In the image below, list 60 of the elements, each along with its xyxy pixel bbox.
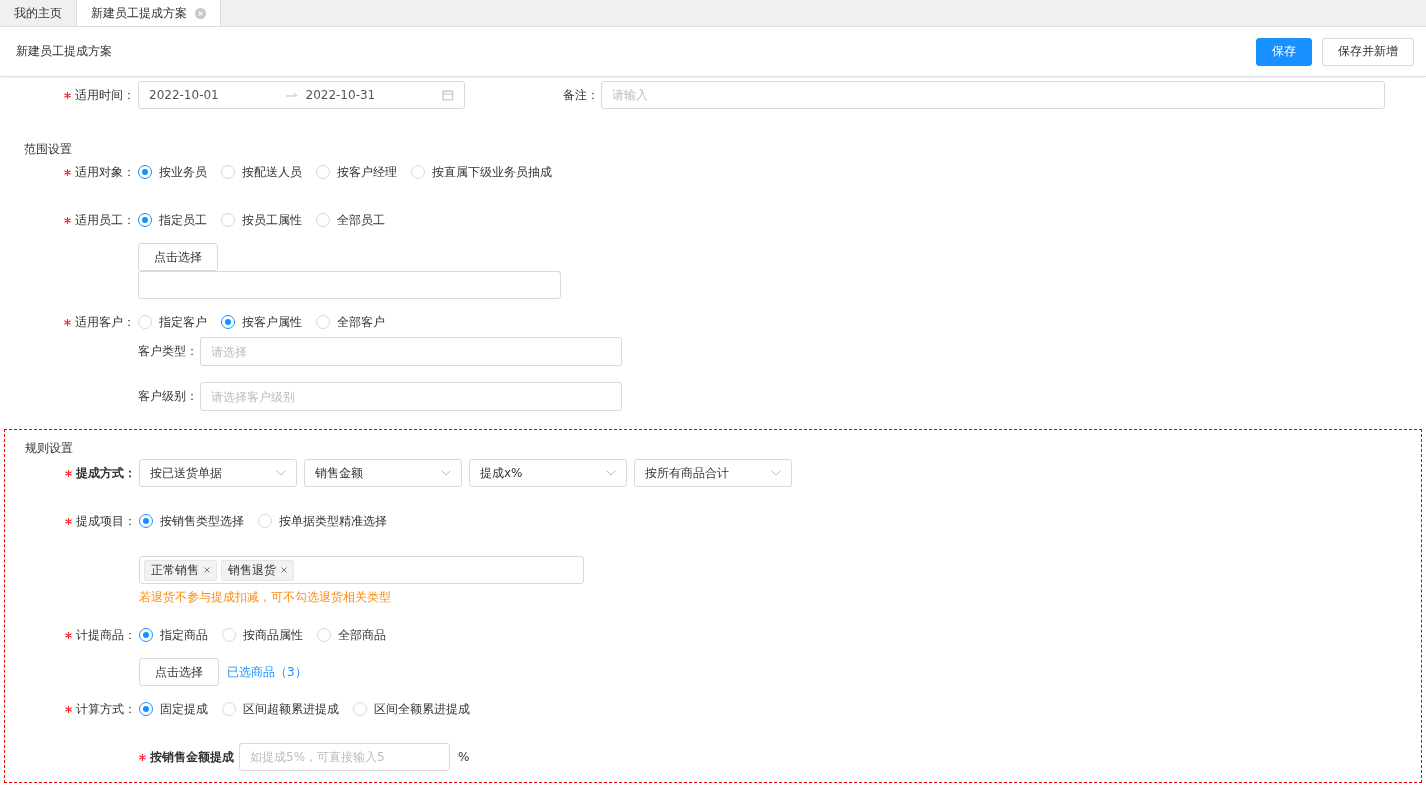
- chevron-down-icon: [441, 470, 451, 476]
- field-label: 备注：: [563, 86, 599, 104]
- field-label: 适用时间：: [75, 86, 135, 104]
- rate-field[interactable]: 如提成5%，可直接输入5: [239, 743, 450, 771]
- radio-label[interactable]: 按商品属性: [243, 626, 303, 644]
- dropdown-select[interactable]: 销售金额: [304, 459, 462, 487]
- radio-label[interactable]: 按客户经理: [337, 163, 397, 181]
- radio-label[interactable]: 按客户属性: [242, 313, 302, 331]
- dropdown-select[interactable]: 提成x%: [469, 459, 627, 487]
- radio-label[interactable]: 固定提成: [160, 700, 208, 718]
- select-button[interactable]: 点击选择: [138, 243, 218, 271]
- section-title: 规则设置: [24, 440, 74, 456]
- radio-label[interactable]: 全部员工: [337, 211, 385, 229]
- field-label: 适用客户：: [75, 313, 135, 331]
- radio-label[interactable]: 指定客户: [159, 313, 207, 331]
- tag-select-field[interactable]: 正常销售 销售退货: [139, 556, 584, 584]
- radio-label[interactable]: 区间全额累进提成: [374, 700, 470, 718]
- section-title: 范围设置: [23, 141, 73, 157]
- remark-field[interactable]: 请输入: [601, 81, 1385, 109]
- tag: 销售退货: [221, 559, 294, 581]
- save-and-new-button[interactable]: 保存并新增: [1322, 37, 1414, 66]
- hint-text: 若退货不参与提成扣减，可不勾选退货相关类型: [139, 589, 392, 606]
- dropdown-select[interactable]: 按已送货单据: [139, 459, 297, 487]
- field-label: 客户类型：: [138, 343, 198, 360]
- unit-label: %: [458, 750, 470, 764]
- field-label: 客户级别：: [138, 388, 198, 405]
- dropdown-select[interactable]: 按所有商品合计: [634, 459, 792, 487]
- calendar-icon[interactable]: [442, 89, 454, 101]
- chevron-down-icon: [771, 470, 781, 476]
- close-icon[interactable]: [281, 567, 287, 573]
- tab[interactable]: 新建员工提成方案: [77, 0, 221, 26]
- field-label: 适用员工：: [75, 211, 135, 229]
- radio-label[interactable]: 全部商品: [338, 626, 386, 644]
- radio-label[interactable]: 按直属下级业务员抽成: [432, 163, 552, 181]
- radio-label[interactable]: 按员工属性: [242, 211, 302, 229]
- radio-label[interactable]: 按单据类型精准选择: [279, 512, 387, 530]
- radio-label[interactable]: 按业务员: [159, 163, 207, 181]
- close-icon[interactable]: [195, 7, 206, 19]
- field-label: 提成方式：: [76, 464, 136, 482]
- field-label: 提成项目：: [76, 512, 136, 530]
- radio-label[interactable]: 按销售类型选择: [160, 512, 244, 530]
- radio-label[interactable]: 按配送人员: [242, 163, 302, 181]
- selection-field[interactable]: [138, 271, 561, 299]
- page-title: 新建员工提成方案: [16, 43, 112, 60]
- chevron-down-icon: [276, 470, 286, 476]
- select-field[interactable]: 请选择客户级别: [200, 382, 622, 411]
- radio-label[interactable]: 指定商品: [160, 626, 208, 644]
- date-range-field[interactable]: 2022-10-01 2022-10-31: [138, 81, 465, 109]
- radio-label[interactable]: 区间超额累进提成: [243, 700, 339, 718]
- field-label: 适用对象：: [75, 163, 135, 181]
- close-icon[interactable]: [204, 567, 210, 573]
- select-field[interactable]: 请选择: [200, 337, 622, 366]
- select-button[interactable]: 点击选择: [139, 658, 219, 686]
- field-label: 按销售金额提成: [150, 748, 234, 766]
- radio-label[interactable]: 指定员工: [159, 211, 207, 229]
- chevron-down-icon: [606, 470, 616, 476]
- radio-label[interactable]: 全部客户: [337, 313, 385, 331]
- field-label: 计算方式：: [76, 700, 136, 718]
- tag: 正常销售: [144, 559, 217, 581]
- field-label: 计提商品：: [76, 626, 136, 644]
